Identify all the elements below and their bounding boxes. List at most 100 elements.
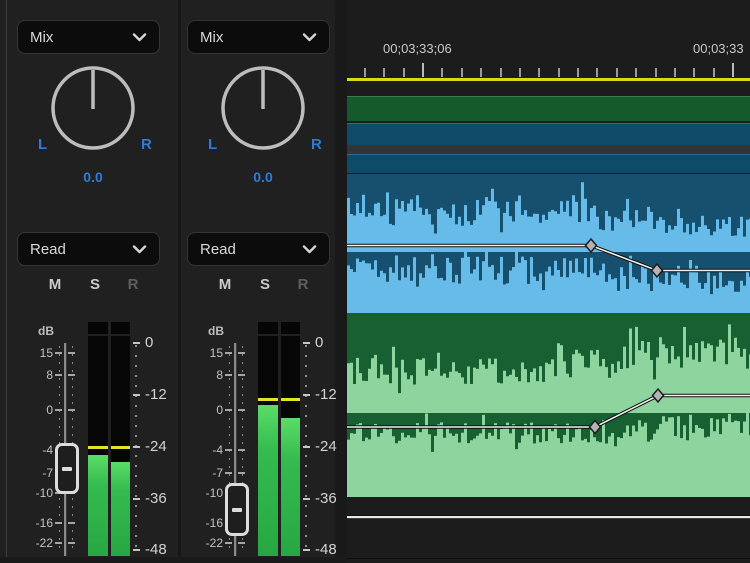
timeline-panel: 00;03;33;06 00;03;33	[347, 0, 750, 563]
automation-mode-dropdown[interactable]: Read	[187, 232, 330, 266]
automation-mode-label: Read	[200, 241, 236, 258]
fader-scale-label: 0	[190, 402, 223, 418]
meter-scale-label: 0	[315, 334, 323, 352]
pan-right-label: R	[141, 136, 152, 153]
meter-scale-label: -24	[315, 438, 337, 456]
ruler-tick	[403, 68, 405, 77]
record-arm-button[interactable]: R	[122, 276, 144, 293]
fader-tick	[68, 374, 75, 376]
fader-tick	[55, 374, 62, 376]
fader-tick	[238, 409, 245, 411]
meter-peak-indicator	[88, 446, 108, 449]
msr-button-row: M S R	[14, 276, 166, 296]
audio-clip-a1[interactable]	[347, 174, 750, 313]
ruler-tick	[655, 68, 657, 77]
ruler-tick	[674, 68, 676, 77]
meter-level-bar	[111, 462, 130, 556]
meter-tick	[303, 394, 310, 396]
meter-tick	[133, 498, 140, 500]
msr-button-row: M S R	[184, 276, 336, 296]
solo-button[interactable]: S	[254, 276, 276, 293]
automation-mode-dropdown[interactable]: Read	[17, 232, 160, 266]
fader-tick	[55, 542, 62, 544]
premiere-audio-mixer-view: Mix L R 0.0 Read M S R dB	[0, 0, 750, 563]
fader-tick	[225, 374, 232, 376]
chevron-down-icon	[132, 245, 147, 254]
ruler-timecode-left: 00;03;33;06	[383, 41, 452, 56]
meter-level-bar	[88, 455, 108, 556]
ruler-tick	[364, 68, 366, 77]
solo-button[interactable]: S	[84, 276, 106, 293]
meter-tick	[303, 498, 310, 500]
record-arm-button[interactable]: R	[292, 276, 314, 293]
channel-strip-2: Mix L R 0.0 Read M S R dB	[184, 0, 336, 563]
pan-assign-dropdown[interactable]: Mix	[187, 20, 330, 54]
empty-track-volume-line[interactable]	[347, 515, 750, 519]
meter-scale-label: -12	[315, 386, 337, 404]
ruler-tick	[732, 63, 734, 77]
ruler-timecode-right: 00;03;33	[693, 41, 744, 56]
pan-left-label: L	[208, 136, 217, 153]
fader-scale-label: -4	[20, 442, 53, 458]
volume-fader-handle[interactable]	[55, 443, 79, 494]
pan-value[interactable]: 0.0	[53, 169, 133, 185]
pan-assign-dropdown[interactable]: Mix	[17, 20, 160, 54]
meter-level-bar	[258, 405, 278, 556]
fader-tick	[55, 522, 62, 524]
fader-tick	[68, 352, 75, 354]
ruler-tick	[383, 68, 385, 77]
meter-scale-label: -36	[315, 490, 337, 508]
ruler-tick	[558, 68, 560, 77]
meter-level-bar	[281, 418, 300, 556]
meter-tick	[303, 549, 310, 551]
meter-peak-indicator	[111, 446, 130, 449]
ruler-tick	[635, 68, 637, 77]
fader-tick	[68, 409, 75, 411]
audio-track-mixer-panel: Mix L R 0.0 Read M S R dB	[0, 0, 347, 563]
fader-scale-label: -4	[190, 442, 223, 458]
collapsed-audio-track-bar-2[interactable]	[347, 154, 750, 173]
panel-edge-divider	[6, 0, 7, 563]
ruler-tick	[577, 68, 579, 77]
fader-scale-label: -16	[190, 515, 223, 531]
time-ruler[interactable]	[347, 60, 750, 78]
meter-tick	[303, 446, 310, 448]
ruler-tick	[441, 68, 443, 77]
meter-tick	[133, 342, 140, 344]
ruler-tick	[480, 68, 482, 77]
db-unit-label: dB	[208, 324, 224, 338]
fader-scale-label: -16	[20, 515, 53, 531]
meter-tick	[133, 394, 140, 396]
meter-clip-indicator-left	[88, 322, 108, 334]
audio-clip-a2[interactable]	[347, 313, 750, 497]
meter-scale-label: -36	[145, 490, 167, 508]
pan-value[interactable]: 0.0	[223, 169, 303, 185]
chevron-down-icon	[302, 245, 317, 254]
pan-assign-label: Mix	[30, 29, 53, 46]
fader-tick	[225, 472, 232, 474]
fader-scale-label: 15	[190, 345, 223, 361]
fader-tick	[68, 542, 75, 544]
meter-scale-label: -12	[145, 386, 167, 404]
ruler-tick	[713, 68, 715, 77]
fader-tick	[238, 374, 245, 376]
fader-tick	[225, 352, 232, 354]
work-area-bar[interactable]	[347, 78, 750, 81]
pan-knob[interactable]	[49, 63, 137, 151]
mute-button[interactable]: M	[44, 276, 66, 293]
volume-fader-handle[interactable]	[225, 483, 249, 536]
track-separator	[347, 558, 750, 559]
mixer-bottom-edge	[0, 557, 347, 563]
video-clip-bar[interactable]	[347, 96, 750, 121]
meter-tick	[133, 446, 140, 448]
pan-right-label: R	[311, 136, 322, 153]
fader-scale-label: -7	[20, 465, 53, 481]
pan-knob[interactable]	[219, 63, 307, 151]
collapsed-audio-track-bar-1[interactable]	[347, 123, 750, 145]
fader-scale-label: -10	[190, 485, 223, 501]
pan-left-label: L	[38, 136, 47, 153]
fader-tick	[225, 409, 232, 411]
meter-peak-indicator	[281, 398, 300, 401]
mute-button[interactable]: M	[214, 276, 236, 293]
meter-minor-ticks	[305, 345, 307, 553]
